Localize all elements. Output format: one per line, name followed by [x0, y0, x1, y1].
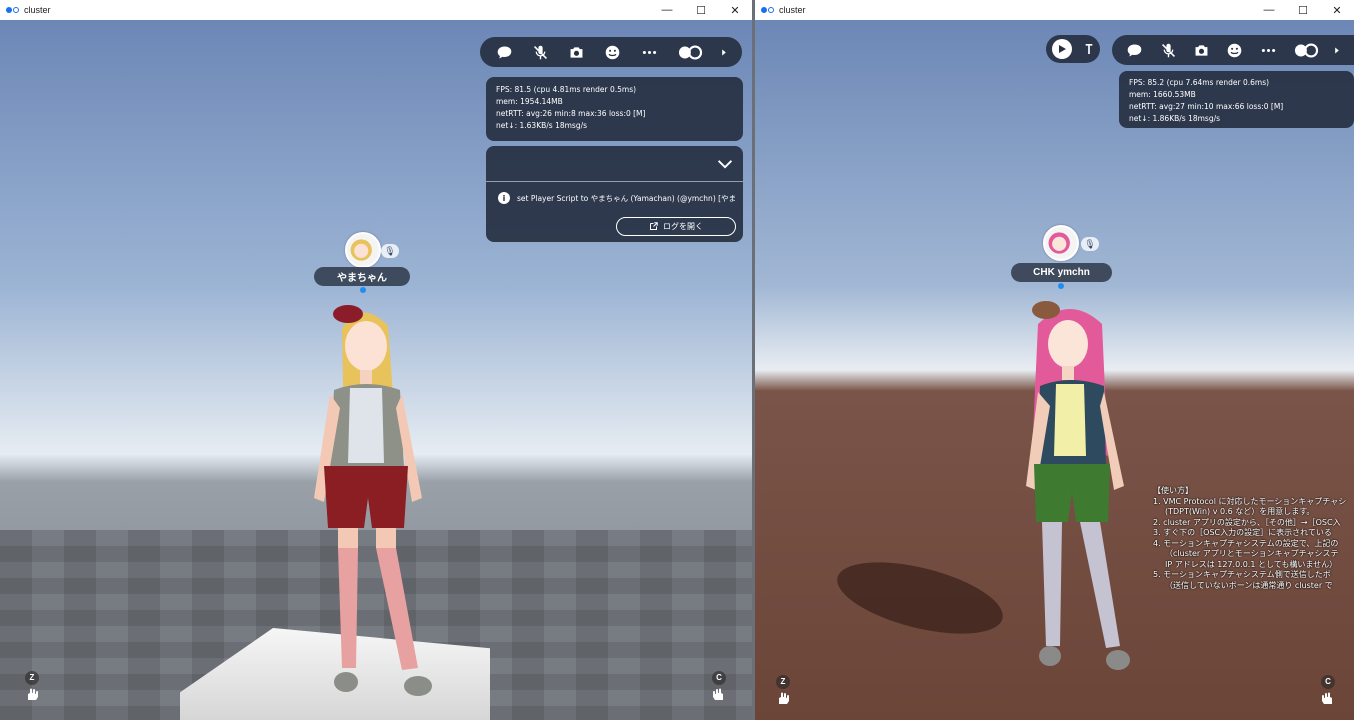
z-key-hint[interactable]: Z: [24, 671, 40, 703]
window-title: cluster: [779, 5, 806, 15]
hud-toolbar: [480, 37, 742, 67]
external-link-icon: [650, 222, 658, 230]
minimize-button[interactable]: —: [1252, 0, 1286, 20]
left-cluster-window: cluster — ☐ ✕ 🎙 やまちゃん FPS: 81.5 (cpu 4.8…: [0, 0, 752, 720]
log-panel: i set Player Script to やまちゃん (Yamachan) …: [486, 146, 743, 242]
log-panel-header[interactable]: [486, 146, 743, 182]
fps-readout: FPS: 81.5 (cpu 4.81ms render 0.5ms): [496, 85, 637, 94]
player-avatar-thumbnail[interactable]: [1043, 225, 1079, 261]
avatar-character: [314, 305, 432, 696]
cluster-logo-icon: [6, 7, 19, 13]
instruction-line: 5. モーションキャプチャシステム側で送信したボ: [1153, 570, 1331, 579]
camera-icon[interactable]: [1191, 39, 1213, 61]
instruction-line: （送信していないボーンは通常通り cluster で: [1165, 580, 1333, 590]
character-shadow: [830, 548, 1010, 648]
instructions-sign: 【使い方】 1. VMC Protocol に対応したモーションキャプチャシ (…: [1153, 486, 1346, 591]
close-button[interactable]: ✕: [1320, 0, 1354, 20]
instruction-line: 【使い方】: [1153, 486, 1193, 495]
memory-readout: mem: 1660.53MB: [1129, 90, 1196, 99]
minimize-button[interactable]: —: [650, 0, 684, 20]
mic-muted-icon[interactable]: [529, 41, 551, 63]
instruction-line: 3. すぐ下の［OSC入力の設定］に表示されている: [1153, 528, 1332, 537]
playback-panel: [1046, 35, 1100, 63]
memory-readout: mem: 1954.14MB: [496, 97, 563, 106]
z-key-hint[interactable]: Z: [775, 675, 791, 707]
hand-right-icon: [713, 688, 723, 700]
c-key-hint[interactable]: C: [711, 671, 727, 703]
player-nameplate[interactable]: やまちゃん: [314, 267, 410, 286]
hud-toolbar: [1112, 35, 1354, 65]
net-rtt-readout: netRTT: avg:27 min:10 max:66 loss:0 [M]: [1129, 102, 1284, 111]
world-viewport[interactable]: 🎙 やまちゃん FPS: 81.5 (cpu 4.81ms render 0.5…: [0, 20, 752, 720]
instruction-line: 1. VMC Protocol に対応したモーションキャプチャシ: [1153, 496, 1347, 506]
more-icon[interactable]: [638, 41, 660, 63]
position-indicator: [360, 287, 366, 293]
mic-muted-icon: 🎙: [1081, 237, 1099, 251]
c-key-hint[interactable]: C: [1320, 675, 1336, 707]
net-rtt-readout: netRTT: avg:26 min:8 max:36 loss:0 [M]: [496, 109, 646, 118]
open-log-button[interactable]: ログを開く: [616, 217, 736, 236]
title-bar[interactable]: cluster — ☐ ✕: [0, 0, 752, 20]
emoji-icon[interactable]: [602, 41, 624, 63]
fps-readout: FPS: 85.2 (cpu 7.64ms render 0.6ms): [1129, 78, 1270, 87]
log-message: set Player Script to やまちゃん (Yamachan) (@…: [517, 193, 737, 203]
instruction-line: IP アドレスは 127.0.0.1 としても構いません）: [1165, 559, 1338, 569]
title-bar[interactable]: cluster — ☐ ✕: [755, 0, 1354, 20]
gamepad-icon[interactable]: [675, 41, 705, 63]
play-button[interactable]: [1052, 39, 1072, 59]
window-title: cluster: [24, 5, 51, 15]
player-avatar-thumbnail[interactable]: [345, 232, 381, 268]
camera-icon[interactable]: [566, 41, 588, 63]
player-nameplate[interactable]: CHK ymchn: [1011, 263, 1112, 282]
instruction-line: （cluster アプリとモーションキャプチャシステ: [1165, 549, 1339, 558]
right-cluster-window: cluster — ☐ ✕ 🎙 CHK ymchn FPS: 85.2 (cpu…: [755, 0, 1354, 720]
emoji-icon[interactable]: [1224, 39, 1246, 61]
hand-right-icon: [1322, 692, 1332, 704]
info-icon: i: [498, 192, 510, 204]
chevron-right-icon[interactable]: [719, 41, 729, 63]
chevron-right-icon[interactable]: [1332, 39, 1342, 61]
performance-stats-panel: FPS: 85.2 (cpu 7.64ms render 0.6ms) mem:…: [1119, 71, 1354, 128]
open-log-label: ログを開く: [663, 222, 703, 231]
chat-bubble-icon[interactable]: [493, 41, 515, 63]
position-indicator: [1058, 283, 1064, 289]
net-throughput-readout: net↓: 1.63KB/s 18msg/s: [496, 121, 588, 130]
more-icon[interactable]: [1257, 39, 1279, 61]
close-button[interactable]: ✕: [718, 0, 752, 20]
chat-bubble-icon[interactable]: [1124, 39, 1146, 61]
hand-left-icon: [28, 688, 38, 700]
performance-stats-panel: FPS: 81.5 (cpu 4.81ms render 0.5ms) mem:…: [486, 77, 743, 141]
pin-icon[interactable]: [1084, 43, 1094, 55]
net-throughput-readout: net↓: 1.86KB/s 18msg/s: [1129, 114, 1221, 123]
log-entry: i set Player Script to やまちゃん (Yamachan) …: [486, 182, 743, 204]
gamepad-icon[interactable]: [1291, 39, 1321, 61]
instruction-line: (TDPT(Win) v 0.6 など）を用意します。: [1165, 507, 1315, 516]
hand-left-icon: [779, 692, 789, 704]
mic-muted-icon[interactable]: [1157, 39, 1179, 61]
cluster-logo-icon: [761, 7, 774, 13]
chevron-down-icon[interactable]: [717, 159, 733, 169]
avatar-character: [1026, 301, 1130, 670]
mic-muted-icon: 🎙: [381, 244, 399, 258]
play-icon: [1059, 45, 1066, 53]
world-viewport[interactable]: 🎙 CHK ymchn FPS: 85.2 (cpu 7.64ms render…: [755, 20, 1354, 720]
instruction-line: 4. モーションキャプチャシステムの設定で、上記の: [1153, 538, 1339, 548]
instruction-line: 2. cluster アプリの設定から、［その他］→［OSC入: [1153, 517, 1341, 527]
maximize-button[interactable]: ☐: [684, 0, 718, 20]
maximize-button[interactable]: ☐: [1286, 0, 1320, 20]
